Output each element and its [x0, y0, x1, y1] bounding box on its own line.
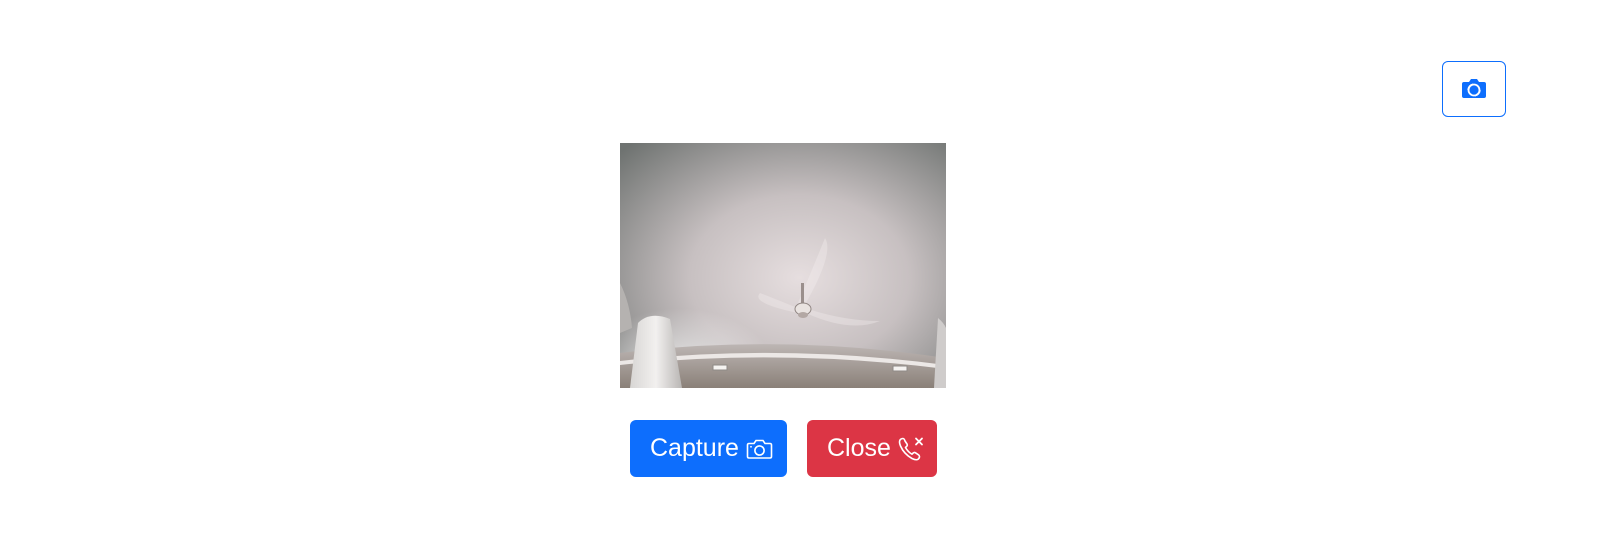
- capture-label: Capture: [650, 434, 739, 462]
- camera-preview: [620, 143, 946, 388]
- action-buttons: Capture Close: [630, 420, 937, 477]
- capture-button[interactable]: Capture: [630, 420, 787, 477]
- camera-flip-icon: [1461, 77, 1487, 102]
- camera-feed-image: [620, 143, 946, 388]
- close-label: Close: [827, 434, 891, 462]
- close-button[interactable]: Close: [807, 420, 937, 477]
- switch-camera-button[interactable]: [1442, 61, 1506, 117]
- camera-page: Capture Close: [0, 0, 1603, 548]
- phone-x-icon: [898, 436, 925, 462]
- camera-icon: [746, 438, 773, 460]
